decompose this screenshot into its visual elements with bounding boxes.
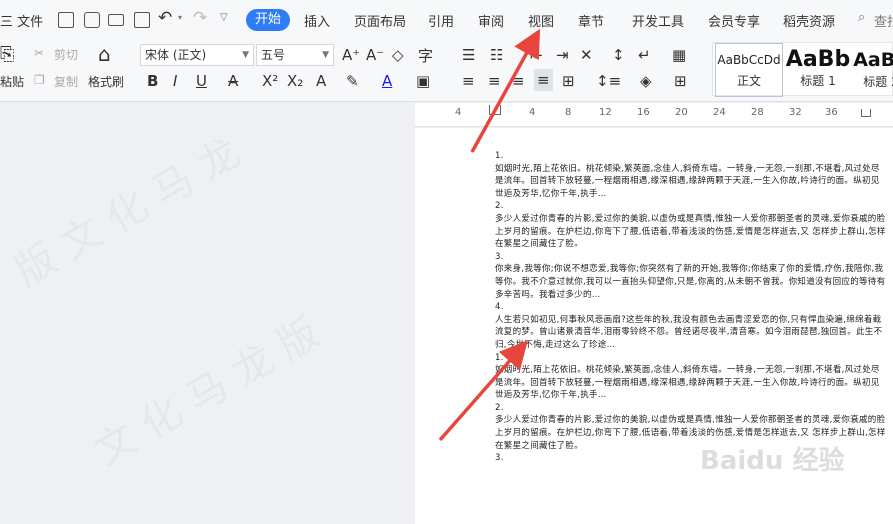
annotation-arrows — [438, 28, 541, 442]
arrow-to-view-tab — [470, 28, 541, 153]
arrow-to-document — [438, 340, 528, 442]
